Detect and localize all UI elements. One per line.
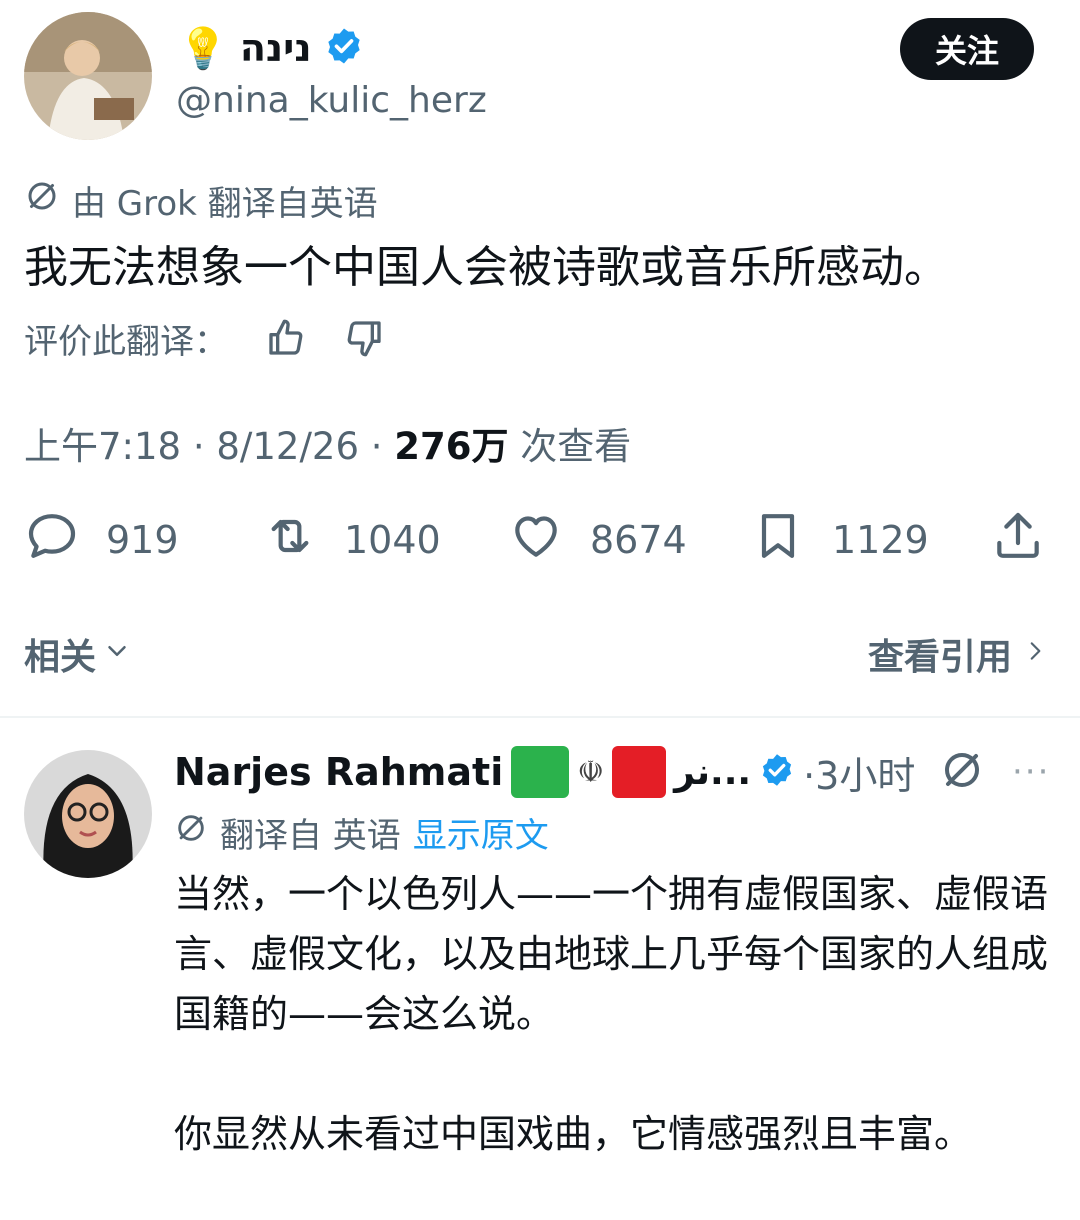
bookmark-icon bbox=[750, 508, 806, 573]
retweet-icon bbox=[262, 508, 318, 573]
reply-header: Narjes Rahmati ☫ نر... ·3小时 bbox=[174, 740, 915, 804]
reply-paragraph: 你显然从未看过中国戏曲，它情感强烈且丰富。 bbox=[174, 1112, 973, 1156]
share-icon bbox=[990, 508, 1046, 573]
reply-translation-text: 翻译自 英语 bbox=[220, 816, 401, 856]
lightbulb-icon: 💡 bbox=[178, 25, 228, 72]
rate-translation-label: 评价此翻译： bbox=[24, 321, 228, 362]
reply-paragraph: 当然，一个以色列人——一个拥有虚假国家、虚假语言、虚假文化，以及由地球上几乎每个… bbox=[174, 872, 1049, 1036]
view-count-label: 次查看 bbox=[508, 425, 632, 468]
tweet-timestamp[interactable]: 上午7:18 · 8/12/26 · bbox=[24, 425, 394, 468]
translation-note-text: 由 Grok 翻译自英语 bbox=[72, 184, 378, 224]
share-button[interactable] bbox=[990, 508, 1046, 572]
chevron-right-icon bbox=[1022, 634, 1048, 675]
reply-author-name[interactable]: Narjes Rahmati bbox=[174, 750, 503, 794]
verified-badge-icon bbox=[324, 26, 364, 70]
tweet-text: 我无法想象一个中国人会被诗歌或音乐所感动。 bbox=[24, 242, 948, 293]
view-quotes-link[interactable]: 查看引用 bbox=[868, 628, 1048, 680]
author-avatar[interactable] bbox=[24, 12, 152, 140]
translate-off-icon[interactable] bbox=[938, 746, 986, 794]
translate-off-icon bbox=[24, 178, 60, 223]
author-name-row: 💡 נינה bbox=[178, 18, 364, 78]
related-toggle[interactable]: 相关 bbox=[24, 628, 132, 680]
chevron-down-icon bbox=[102, 634, 132, 675]
bookmark-count: 1129 bbox=[832, 518, 929, 562]
reply-translation-note: 翻译自 英语 显示原文 bbox=[174, 808, 549, 857]
retweet-count: 1040 bbox=[344, 518, 441, 562]
divider bbox=[0, 716, 1080, 718]
reply-button[interactable]: 919 bbox=[24, 508, 179, 572]
flag-green-icon bbox=[511, 746, 570, 798]
tweet-meta: 上午7:18 · 8/12/26 · 276万 次查看 bbox=[24, 416, 631, 470]
bookmark-button[interactable]: 1129 bbox=[750, 508, 929, 572]
author-handle[interactable]: @nina_kulic_herz bbox=[176, 80, 487, 121]
like-icon bbox=[508, 508, 564, 573]
more-icon[interactable]: ··· bbox=[1012, 752, 1050, 792]
reply-icon bbox=[24, 508, 80, 573]
related-label: 相关 bbox=[24, 637, 97, 678]
like-count: 8674 bbox=[590, 518, 687, 562]
retweet-button[interactable]: 1040 bbox=[262, 508, 441, 572]
flag-red-icon bbox=[612, 746, 667, 798]
reply-author-avatar[interactable] bbox=[24, 750, 152, 878]
rate-translation-row: 评价此翻译： bbox=[24, 314, 384, 362]
thumbs-down-icon[interactable] bbox=[344, 318, 384, 358]
action-bar: 919 1040 8674 1129 bbox=[0, 508, 1080, 572]
thumbs-up-icon[interactable] bbox=[266, 318, 306, 358]
view-count: 276万 bbox=[394, 425, 509, 468]
follow-button[interactable]: 关注 bbox=[900, 18, 1034, 80]
flag-emblem-icon: ☫ bbox=[577, 754, 605, 790]
author-name[interactable]: נינה bbox=[240, 26, 312, 70]
translation-note: 由 Grok 翻译自英语 bbox=[24, 176, 378, 225]
reply-author-rtl-name[interactable]: نر... bbox=[674, 752, 751, 793]
view-quotes-label: 查看引用 bbox=[867, 637, 1012, 678]
reply-count: 919 bbox=[106, 518, 179, 562]
show-original-link[interactable]: 显示原文 bbox=[413, 808, 549, 857]
reply-text: 当然，一个以色列人——一个拥有虚假国家、虚假语言、虚假文化，以及由地球上几乎每个… bbox=[174, 864, 1054, 1164]
reply-time[interactable]: ·3小时 bbox=[803, 745, 915, 800]
translate-off-icon bbox=[174, 811, 208, 854]
verified-badge-icon bbox=[759, 752, 795, 792]
like-button[interactable]: 8674 bbox=[508, 508, 687, 572]
